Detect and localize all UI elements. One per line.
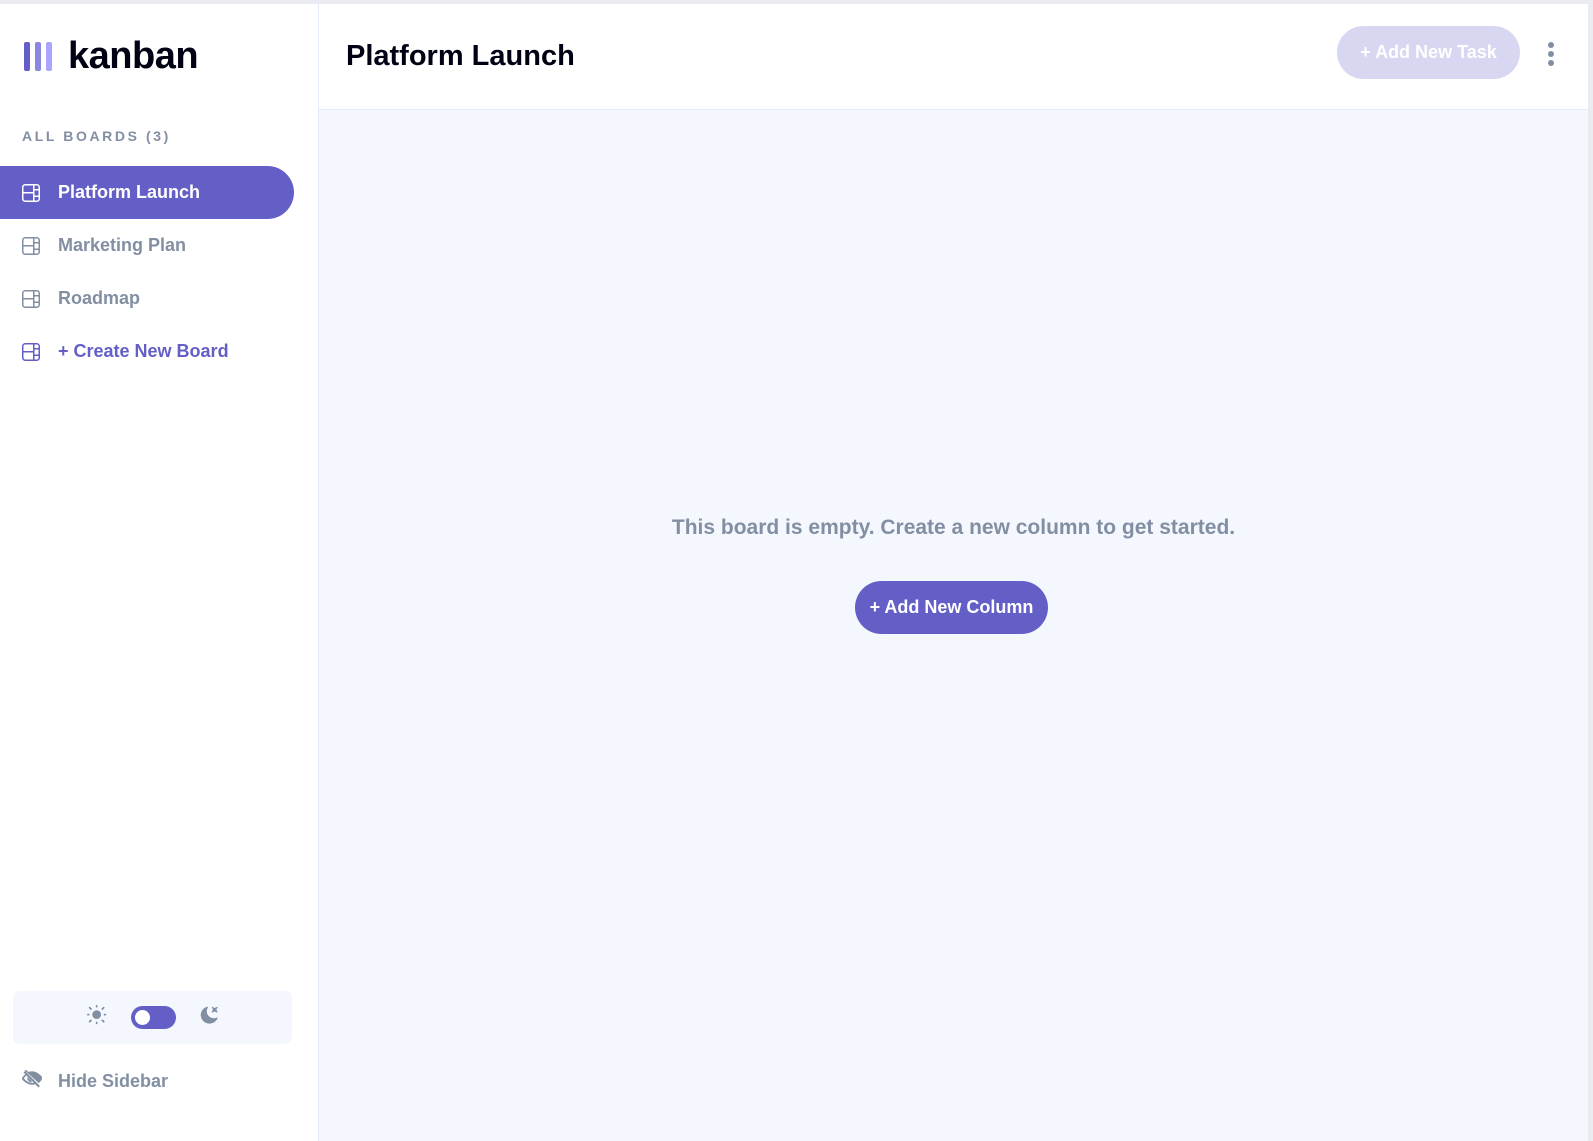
top-header: Platform Launch + Add New Task: [319, 4, 1588, 110]
sidebar-item-platform-launch[interactable]: Platform Launch: [0, 166, 294, 219]
sidebar-item-marketing-plan[interactable]: Marketing Plan: [0, 219, 294, 272]
hide-sidebar-label: Hide Sidebar: [58, 1070, 169, 1091]
create-new-board-label: + Create New Board: [58, 341, 229, 361]
sidebar-item-roadmap[interactable]: Roadmap: [0, 272, 294, 325]
app-window: kanban ALL BOARDS (3) Platform Launch Ma…: [0, 4, 1588, 1141]
empty-board-message: This board is empty. Create a new column…: [671, 516, 1236, 539]
board-icon: [22, 183, 40, 202]
sidebar-item-label: Roadmap: [58, 288, 141, 308]
sidebar: kanban ALL BOARDS (3) Platform Launch Ma…: [0, 4, 319, 1141]
board-list: Platform Launch Marketing Plan Roadmap +…: [0, 166, 294, 378]
create-new-board-button[interactable]: + Create New Board: [0, 325, 294, 378]
eye-slash-icon: [21, 1069, 43, 1093]
add-new-column-button[interactable]: + Add New Column: [855, 581, 1048, 634]
sun-icon: [86, 1005, 107, 1030]
board-icon: [22, 289, 40, 308]
sidebar-item-label: Marketing Plan: [58, 235, 187, 255]
logo-text: kanban: [68, 34, 199, 77]
page-title: Platform Launch: [346, 40, 575, 72]
logo-icon: [24, 41, 52, 71]
hide-sidebar-button[interactable]: Hide Sidebar: [21, 1068, 169, 1094]
board-area: This board is empty. Create a new column…: [319, 110, 1588, 1141]
board-icon: [22, 342, 40, 361]
toggle-knob: [135, 1010, 150, 1025]
logo: kanban: [24, 34, 199, 77]
kebab-menu-icon[interactable]: [1546, 42, 1556, 66]
board-icon: [22, 236, 40, 255]
add-new-task-button[interactable]: + Add New Task: [1337, 26, 1520, 79]
main-area: Platform Launch + Add New Task This boar…: [319, 4, 1588, 1141]
all-boards-heading: ALL BOARDS (3): [22, 128, 171, 144]
sidebar-item-label: Platform Launch: [58, 182, 201, 202]
theme-toggle[interactable]: [131, 1006, 176, 1029]
theme-switcher: [13, 991, 292, 1044]
moon-icon: [200, 1006, 218, 1029]
